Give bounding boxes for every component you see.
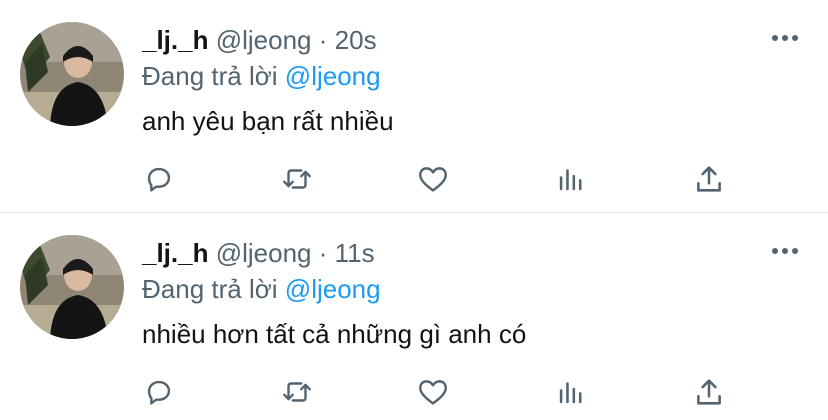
analytics-icon[interactable] <box>554 162 590 198</box>
tweet-header: _lj._h @ljeong · 20s <box>142 24 377 56</box>
more-icon[interactable] <box>770 241 800 261</box>
reply-icon[interactable] <box>142 162 178 198</box>
heart-icon[interactable] <box>416 162 452 198</box>
display-name[interactable]: _lj._h <box>142 25 208 55</box>
action-bar <box>142 375 742 411</box>
replying-mention[interactable]: @ljeong <box>285 274 381 304</box>
share-icon[interactable] <box>692 162 728 198</box>
replying-prefix: Đang trả lời <box>142 61 278 91</box>
avatar[interactable] <box>20 22 124 126</box>
separator: · <box>318 238 328 268</box>
analytics-icon[interactable] <box>554 375 590 411</box>
reply-icon[interactable] <box>142 375 178 411</box>
timestamp[interactable]: 20s <box>335 25 377 55</box>
action-bar <box>142 162 742 198</box>
tweet[interactable]: _lj._h @ljeong · 20s Đang trả lời @ljeon… <box>0 0 828 213</box>
separator: · <box>318 25 328 55</box>
replying-to-line: Đang trả lời @ljeong <box>142 60 381 92</box>
display-name[interactable]: _lj._h <box>142 238 208 268</box>
share-icon[interactable] <box>692 375 728 411</box>
heart-icon[interactable] <box>416 375 452 411</box>
tweet[interactable]: _lj._h @ljeong · 11s Đang trả lời @ljeon… <box>0 213 828 420</box>
replying-mention[interactable]: @ljeong <box>285 61 381 91</box>
timestamp[interactable]: 11s <box>335 238 375 268</box>
retweet-icon[interactable] <box>280 375 316 411</box>
tweet-text: nhiều hơn tất cả những gì anh có <box>142 319 527 349</box>
replying-prefix: Đang trả lời <box>142 274 278 304</box>
tweet-header: _lj._h @ljeong · 11s <box>142 237 375 269</box>
user-handle[interactable]: @ljeong <box>216 238 312 268</box>
tweet-text: anh yêu bạn rất nhiều <box>142 106 394 136</box>
more-icon[interactable] <box>770 28 800 48</box>
retweet-icon[interactable] <box>280 162 316 198</box>
user-handle[interactable]: @ljeong <box>216 25 312 55</box>
replying-to-line: Đang trả lời @ljeong <box>142 273 381 305</box>
avatar[interactable] <box>20 235 124 339</box>
